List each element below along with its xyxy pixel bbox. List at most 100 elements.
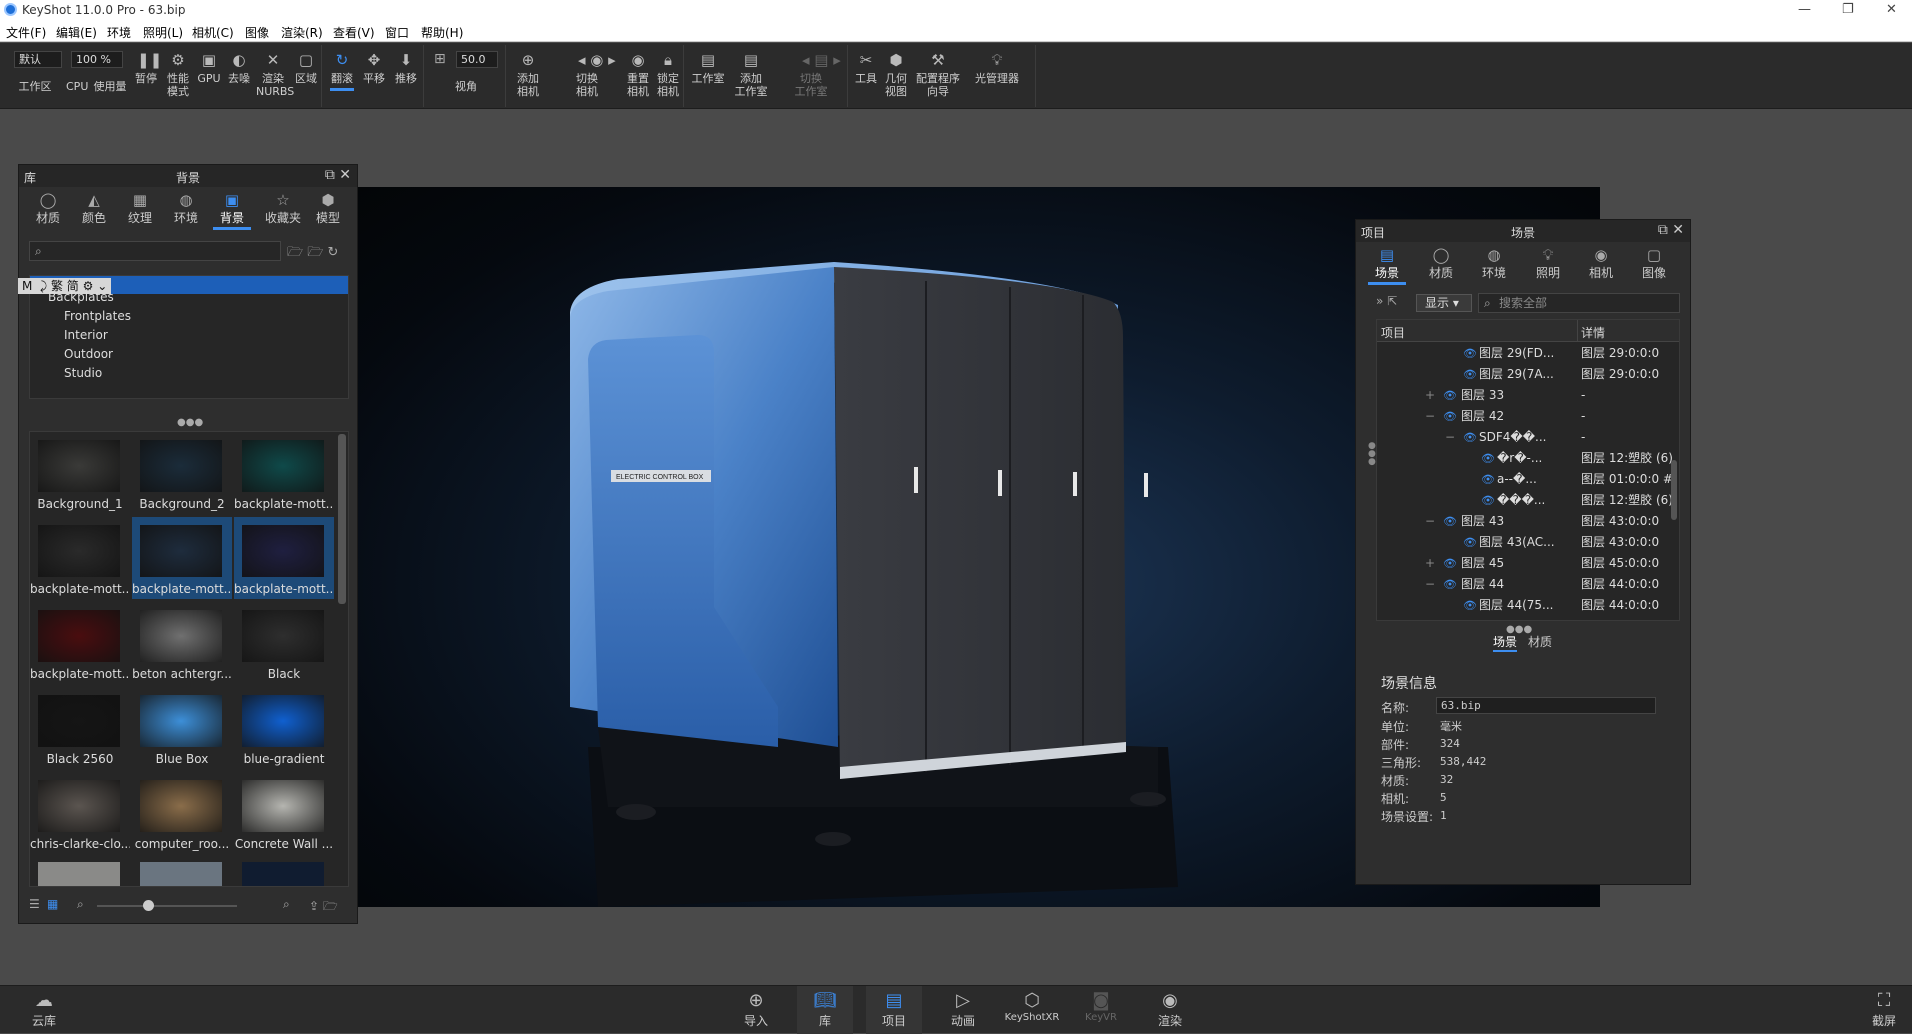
gpu-button[interactable]: ▣ GPU: [196, 51, 222, 85]
subtab-scene[interactable]: 场景: [1493, 633, 1518, 652]
thumb-item-selected[interactable]: backplate-mott...: [132, 517, 232, 599]
thumb-item[interactable]: computer_roo...: [132, 772, 232, 854]
tree-item-backplates[interactable]: Backplates: [30, 288, 348, 307]
close-button[interactable]: ✕: [1886, 2, 1897, 17]
tab-colors[interactable]: ◭ 颜色: [79, 191, 109, 226]
studio-button[interactable]: ▤ 工作室: [688, 51, 728, 85]
collapse-icon[interactable]: −: [1425, 511, 1435, 532]
col-item-header[interactable]: 项目: [1381, 324, 1405, 341]
thumb-item[interactable]: blue-gradient: [234, 687, 334, 769]
reset-camera-button[interactable]: ◉ 重置 相机: [624, 51, 652, 98]
animation-button[interactable]: ▷ 动画: [935, 990, 991, 1029]
configurator-wizard-button[interactable]: ⚒ 配置程序 向导: [912, 51, 964, 98]
render-nurbs-button[interactable]: ✕ 渲染 NURBS: [256, 51, 294, 98]
visibility-eye-icon[interactable]: 👁︎: [1443, 574, 1457, 595]
switch-camera-button[interactable]: ◂ ◉ ▸ 切换 相机: [552, 51, 622, 98]
thumb-size-slider-handle[interactable]: [143, 900, 154, 911]
minimize-button[interactable]: —: [1798, 2, 1811, 17]
cloud-library-button[interactable]: ☁ 云库: [16, 990, 72, 1029]
thumb-item[interactable]: backplate-mott...: [30, 517, 130, 599]
screenshot-button[interactable]: ⛶ 截屏: [1856, 990, 1912, 1029]
thumb-item[interactable]: Blue Box: [132, 687, 232, 769]
menu-edit[interactable]: 编辑(E): [56, 24, 97, 41]
thumb-item-selected[interactable]: backplate-mott...: [234, 517, 334, 599]
tab-project-image[interactable]: ▢ 图像: [1639, 246, 1669, 281]
tab-project-camera[interactable]: ◉ 相机: [1586, 246, 1616, 281]
visibility-eye-icon[interactable]: 👁︎: [1443, 553, 1457, 574]
region-button[interactable]: ▢ 区域: [292, 51, 320, 85]
project-close-icon[interactable]: ⧉ ✕: [1658, 222, 1684, 238]
col-detail-header[interactable]: 详情: [1581, 324, 1605, 341]
visibility-eye-icon[interactable]: 👁︎: [1443, 406, 1457, 427]
tree-item-studio[interactable]: Studio: [30, 364, 348, 383]
tab-environments[interactable]: ◍ 环境: [171, 191, 201, 226]
visibility-eye-icon[interactable]: 👁︎: [1463, 364, 1477, 385]
visibility-eye-icon[interactable]: 👁︎: [1463, 343, 1477, 364]
menu-environment[interactable]: 环境: [107, 24, 131, 41]
expand-icon[interactable]: +: [1425, 553, 1435, 574]
upload-icon[interactable]: ⇪ 🗁: [309, 897, 338, 918]
splitter-handle[interactable]: ●●●: [177, 417, 203, 428]
visibility-eye-icon[interactable]: 👁︎: [1481, 490, 1495, 511]
scene-row[interactable]: 👁︎ �r�-... 图层 12:塑胶 (6): [1377, 448, 1679, 469]
thumbnail-scrollbar[interactable]: [338, 434, 346, 604]
collapse-icon[interactable]: −: [1445, 427, 1455, 448]
thumb-item[interactable]: Background_1: [30, 432, 130, 514]
menu-render[interactable]: 渲染(R): [281, 24, 323, 41]
add-camera-button[interactable]: ⊕ 添加 相机: [512, 51, 544, 98]
tab-project-materials[interactable]: ◯ 材质: [1426, 246, 1456, 281]
cpu-percent-input[interactable]: 100 %: [71, 51, 123, 68]
pan-button[interactable]: ✥ 平移: [360, 51, 388, 85]
menu-camera[interactable]: 相机(C): [192, 24, 234, 41]
scene-row[interactable]: − 👁︎ 图层 44 图层 44:0:0:0: [1377, 574, 1679, 595]
tab-project-environment[interactable]: ◍ 环境: [1479, 246, 1509, 281]
switch-studio-button[interactable]: ◂ ▤ ▸ 切换 工作室: [778, 51, 844, 98]
collapse-icon[interactable]: −: [1425, 574, 1435, 595]
tab-scene[interactable]: ▤ 场景: [1368, 246, 1406, 285]
scene-search-input[interactable]: ⌕ 搜索全部: [1478, 293, 1680, 313]
tab-project-lighting[interactable]: 💡︎ 照明: [1533, 246, 1563, 281]
visibility-eye-icon[interactable]: 👁︎: [1443, 385, 1457, 406]
tumble-button[interactable]: ↻ 翻滚: [328, 51, 356, 91]
visibility-eye-icon[interactable]: 👁︎: [1463, 595, 1477, 616]
keyshotxr-button[interactable]: ⬡ KeyShotXR: [1000, 990, 1064, 1023]
usage-button[interactable]: 使用量: [90, 80, 130, 93]
menu-help[interactable]: 帮助(H): [421, 24, 463, 41]
zoom-in-icon[interactable]: ⌕: [283, 897, 290, 912]
tree-item-frontplates[interactable]: Frontplates: [30, 307, 348, 326]
thumb-item[interactable]: backplate-mott...: [30, 602, 130, 684]
scene-scrollbar[interactable]: [1671, 460, 1677, 520]
subtab-materials[interactable]: 材质: [1528, 633, 1552, 650]
tab-models[interactable]: ⬢ 模型: [313, 191, 343, 226]
scene-row[interactable]: − 👁︎ SDF4��... -: [1377, 427, 1679, 448]
pause-button[interactable]: ❚❚ 暂停: [132, 51, 162, 85]
visibility-eye-icon[interactable]: 👁︎: [1463, 427, 1477, 448]
dolly-button[interactable]: ⬇ 推移: [392, 51, 420, 85]
menu-lighting[interactable]: 照明(L): [143, 24, 183, 41]
tab-backplates[interactable]: ▣ 背景: [213, 191, 251, 230]
menu-file[interactable]: 文件(F): [6, 24, 46, 41]
performance-mode-button[interactable]: ⚙ 性能 模式: [164, 51, 192, 98]
folder-actions-icons[interactable]: 🗁 🗁 ↻: [287, 243, 338, 265]
display-dropdown[interactable]: 显示 ▾: [1416, 294, 1472, 312]
menu-view[interactable]: 查看(V): [333, 24, 375, 41]
collapse-icon[interactable]: −: [1425, 406, 1435, 427]
tab-favorites[interactable]: ☆ 收藏夹: [263, 191, 303, 226]
view-angle-button[interactable]: 视角: [446, 80, 486, 93]
thumb-item[interactable]: beton achtergr...: [132, 602, 232, 684]
thumb-item[interactable]: chris-clarke-clo...: [30, 772, 130, 854]
library-close-icon[interactable]: ⧉ ✕: [325, 167, 351, 183]
library-search-input[interactable]: ⌕: [29, 241, 281, 261]
tab-materials[interactable]: ◯ 材质: [33, 191, 63, 226]
tools-button[interactable]: ✂ 工具: [852, 51, 880, 85]
scene-row[interactable]: − 👁︎ 图层 43 图层 43:0:0:0: [1377, 511, 1679, 532]
menu-window[interactable]: 窗口: [385, 24, 409, 41]
thumb-item[interactable]: backplate-mott...: [234, 432, 334, 514]
scene-row[interactable]: + 👁︎ 图层 45 图层 45:0:0:0: [1377, 553, 1679, 574]
visibility-eye-icon[interactable]: 👁︎: [1443, 511, 1457, 532]
keyvr-button[interactable]: ◙ KeyVR: [1073, 990, 1129, 1023]
thumb-item[interactable]: Black: [234, 602, 334, 684]
restore-button[interactable]: ❐: [1842, 2, 1854, 17]
grid-view-icon[interactable]: ▦: [47, 897, 58, 911]
scene-row[interactable]: 👁︎ 图层 44(75... 图层 44:0:0:0: [1377, 595, 1679, 616]
